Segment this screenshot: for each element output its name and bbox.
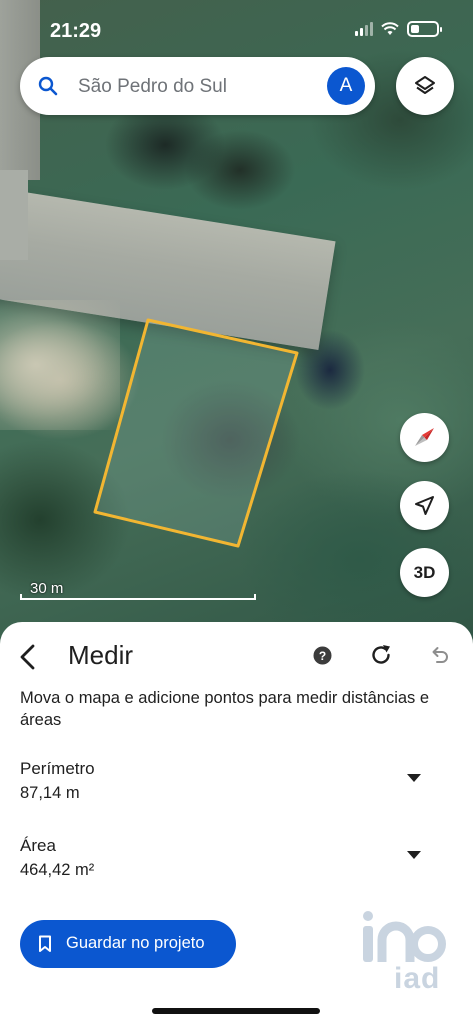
panel-title: Medir xyxy=(68,640,134,670)
watermark-text: iad xyxy=(394,962,441,995)
iad-logo-icon xyxy=(363,911,446,962)
area-value: 464,42 m² xyxy=(20,861,95,879)
measure-panel: Medir ? Mova o mapa e adicione pontos pa… xyxy=(0,622,473,1024)
compass-icon xyxy=(415,428,434,446)
caret-down-icon[interactable] xyxy=(407,774,421,782)
navigation-arrow-icon xyxy=(415,496,434,515)
perimeter-label: Perímetro xyxy=(20,759,95,778)
layers-icon xyxy=(415,76,435,94)
battery-icon xyxy=(407,21,442,37)
bookmark-icon xyxy=(39,935,51,952)
status-bar: 21:29 xyxy=(0,0,473,60)
caret-down-icon[interactable] xyxy=(407,851,421,859)
reset-icon[interactable] xyxy=(369,643,393,667)
help-icon[interactable]: ? xyxy=(313,646,332,665)
iad-watermark-logo: iad xyxy=(358,910,450,1000)
3d-view-button[interactable]: 3D xyxy=(400,548,449,597)
3d-label: 3D xyxy=(413,563,436,582)
save-to-project-button[interactable]: Guardar no projeto xyxy=(20,920,236,968)
area-row[interactable]: Área 464,42 m² xyxy=(20,836,460,880)
back-arrow-icon[interactable] xyxy=(16,642,40,672)
map-scale: 30 m xyxy=(20,580,256,602)
my-location-button[interactable] xyxy=(400,481,449,530)
scale-bar xyxy=(20,594,256,600)
home-indicator xyxy=(152,1008,320,1014)
svg-text:?: ? xyxy=(319,649,326,663)
undo-icon[interactable] xyxy=(428,644,450,666)
compass-button[interactable] xyxy=(400,413,449,462)
perimeter-value: 87,14 m xyxy=(20,784,80,802)
satellite-map[interactable]: 21:29 São Pedro do Sul A 3D 30 m xyxy=(0,0,473,660)
cellular-signal-icon xyxy=(355,22,373,36)
layers-button[interactable] xyxy=(396,57,454,115)
area-label: Área xyxy=(20,836,56,855)
instructions-text: Mova o mapa e adicione pontos para medir… xyxy=(20,689,430,729)
search-bar[interactable]: São Pedro do Sul A xyxy=(20,57,375,115)
account-avatar[interactable]: A xyxy=(327,67,365,105)
search-icon xyxy=(38,76,58,96)
status-time: 21:29 xyxy=(50,20,102,42)
search-input[interactable]: São Pedro do Sul xyxy=(78,76,227,98)
save-button-label: Guardar no projeto xyxy=(66,934,205,952)
perimeter-row[interactable]: Perímetro 87,14 m xyxy=(20,759,460,803)
wifi-icon xyxy=(381,22,399,35)
